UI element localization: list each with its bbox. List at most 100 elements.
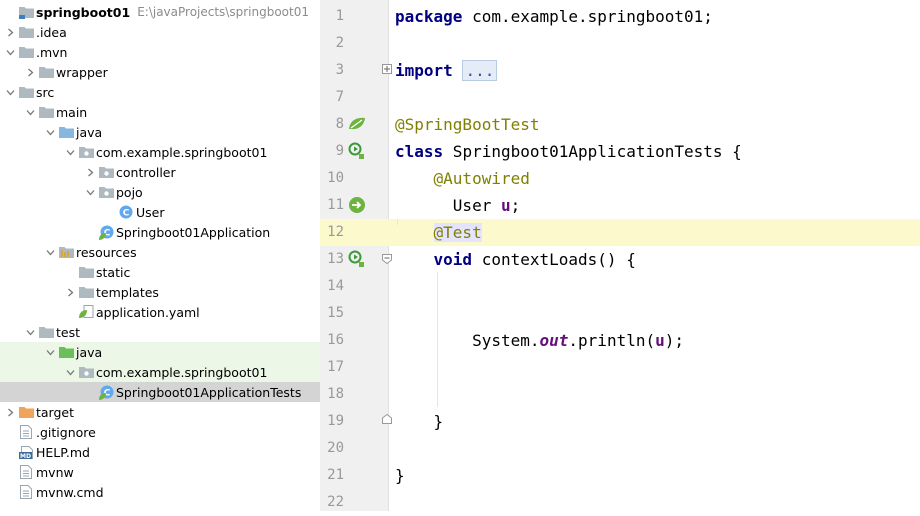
code-line-3[interactable]: import ... — [395, 57, 498, 84]
folder-icon — [38, 104, 54, 120]
tree-row[interactable]: springboot01 E:\javaProjects\springboot01 — [0, 2, 320, 22]
tree-row[interactable]: mvnw — [0, 462, 320, 482]
tree-row[interactable]: main — [0, 102, 320, 122]
tree-expander[interactable] — [22, 62, 38, 82]
tree-row[interactable]: static — [0, 262, 320, 282]
chevron-down-icon[interactable] — [46, 248, 55, 257]
keyword: package — [395, 7, 463, 26]
yaml-file-icon — [78, 304, 94, 320]
line-number: 1 — [335, 8, 344, 24]
tree-row[interactable]: C User — [0, 202, 320, 222]
code-line-21[interactable]: } — [395, 462, 405, 489]
tree-expander[interactable] — [82, 182, 98, 202]
tree-expander[interactable] — [22, 322, 38, 342]
line-number: 19 — [327, 413, 344, 429]
code-line-1[interactable]: package com.example.springboot01; — [395, 3, 713, 30]
tree-expander[interactable] — [2, 402, 18, 422]
tree-expander[interactable] — [42, 242, 58, 262]
folded-imports[interactable]: ... — [462, 60, 498, 81]
code-line-13[interactable]: void contextLoads() { — [395, 246, 636, 273]
tree-item-label: src — [36, 84, 55, 100]
code-editor[interactable]: 1 2 3 7 8 9 10 11 12 13 14 15 16 17 18 19 20 21 22 package… — [320, 0, 920, 511]
chevron-down-icon[interactable] — [6, 48, 15, 57]
code-line-11[interactable]: User u; — [395, 192, 520, 219]
code-line-10[interactable]: @Autowired — [395, 165, 530, 192]
tree-expander[interactable] — [82, 162, 98, 182]
tree-item-label: .gitignore — [36, 424, 96, 440]
tree-row[interactable]: C Springboot01Application — [0, 222, 320, 242]
tree-item-label: .idea — [36, 24, 67, 40]
code-line-8[interactable]: @SpringBootTest — [395, 111, 540, 138]
tree-row[interactable]: templates — [0, 282, 320, 302]
tree-expander[interactable] — [62, 142, 78, 162]
tree-expander[interactable] — [62, 282, 78, 302]
chevron-down-icon[interactable] — [66, 368, 75, 377]
tree-row[interactable]: MD HELP.md — [0, 442, 320, 462]
tree-row[interactable]: .gitignore — [0, 422, 320, 442]
tree-expander[interactable] — [22, 102, 38, 122]
code-line-16[interactable]: System.out.println(u); — [395, 327, 684, 354]
tree-row[interactable]: .idea — [0, 22, 320, 42]
run-test-method-icon[interactable] — [347, 249, 367, 269]
tree-expander — [102, 202, 118, 222]
tree-row[interactable]: wrapper — [0, 62, 320, 82]
tree-row[interactable]: com.example.springboot01 — [0, 362, 320, 382]
tree-row[interactable]: java — [0, 122, 320, 142]
fold-expand-icon[interactable] — [382, 64, 392, 74]
tree-row[interactable]: java — [0, 342, 320, 362]
markdown-file-icon: MD — [18, 444, 34, 460]
line-number: 10 — [327, 170, 344, 186]
code-text: } — [433, 412, 444, 431]
tree-row[interactable]: target — [0, 402, 320, 422]
tree-row[interactable]: com.example.springboot01 — [0, 142, 320, 162]
chevron-right-icon[interactable] — [86, 168, 95, 177]
chevron-down-icon[interactable] — [46, 348, 55, 357]
tree-item-label: java — [76, 124, 103, 140]
code-text: ; — [510, 196, 521, 215]
code-text: com.example.springboot01; — [462, 7, 713, 26]
chevron-right-icon[interactable] — [6, 408, 15, 417]
code-text: Springboot01ApplicationTests { — [443, 142, 742, 161]
chevron-down-icon[interactable] — [46, 128, 55, 137]
tree-row[interactable]: src — [0, 82, 320, 102]
tree-expander[interactable] — [2, 22, 18, 42]
code-line-19[interactable]: } — [395, 408, 444, 435]
tree-row[interactable]: resources — [0, 242, 320, 262]
run-test-class-icon[interactable] — [347, 141, 367, 161]
tree-row[interactable]: .mvn — [0, 42, 320, 62]
static-field: out — [539, 331, 569, 350]
chevron-right-icon[interactable] — [26, 68, 35, 77]
chevron-down-icon[interactable] — [26, 108, 35, 117]
tree-row[interactable]: mvnw.cmd — [0, 482, 320, 502]
tree-item-label: mvnw — [36, 464, 74, 480]
tree-item-label: .mvn — [36, 44, 68, 60]
chevron-down-icon[interactable] — [6, 88, 15, 97]
code-line-9[interactable]: class Springboot01ApplicationTests { — [395, 138, 742, 165]
tree-item-label: pojo — [116, 184, 143, 200]
tree-item-label: application.yaml — [96, 304, 200, 320]
tree-row[interactable]: application.yaml — [0, 302, 320, 322]
tree-row[interactable]: test — [0, 322, 320, 342]
chevron-down-icon[interactable] — [66, 148, 75, 157]
tree-expander[interactable] — [2, 82, 18, 102]
chevron-down-icon[interactable] — [86, 188, 95, 197]
tree-expander[interactable] — [62, 362, 78, 382]
line-number: 3 — [335, 62, 344, 78]
chevron-right-icon[interactable] — [6, 28, 15, 37]
tree-item-label: com.example.springboot01 — [96, 144, 268, 160]
tree-row[interactable]: C Springboot01ApplicationTests — [0, 382, 320, 402]
fold-end-icon[interactable] — [382, 414, 392, 424]
tree-expander — [2, 442, 18, 462]
tree-expander[interactable] — [2, 42, 18, 62]
tree-expander[interactable] — [42, 342, 58, 362]
tree-row[interactable]: controller — [0, 162, 320, 182]
tree-row[interactable]: pojo — [0, 182, 320, 202]
tree-expander[interactable] — [42, 122, 58, 142]
fold-collapse-icon[interactable] — [382, 254, 392, 264]
chevron-right-icon[interactable] — [66, 288, 75, 297]
chevron-down-icon[interactable] — [26, 328, 35, 337]
autowired-bean-icon[interactable] — [347, 195, 367, 215]
spring-bean-icon[interactable] — [347, 114, 367, 134]
folder-icon — [38, 324, 54, 340]
code-line-12[interactable]: @Test — [395, 219, 482, 246]
